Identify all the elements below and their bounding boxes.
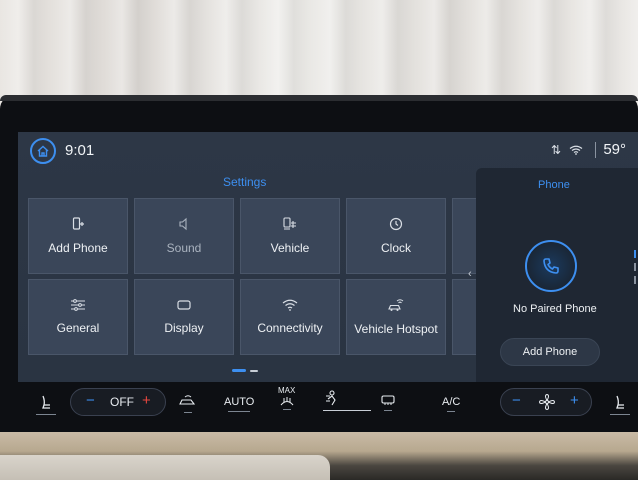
display-icon xyxy=(177,300,191,310)
level-indicator xyxy=(610,414,630,415)
seat-icon xyxy=(616,395,624,409)
fan-decrease-button[interactable]: − xyxy=(512,392,521,409)
wifi-icon xyxy=(282,299,298,311)
tile-label: Clock xyxy=(380,241,411,255)
level-indicator xyxy=(36,414,56,415)
recirculation-icon xyxy=(179,395,196,405)
infotainment-screen: 9:01 ⇅ 59° Settings Add Phone Sound Vehi… xyxy=(18,132,638,382)
sliders-icon xyxy=(71,299,85,311)
tile-label: General xyxy=(56,321,100,335)
phone-call-button[interactable] xyxy=(525,240,577,292)
phone-add-icon xyxy=(72,217,84,230)
fan-icon xyxy=(538,393,556,411)
status-divider xyxy=(595,142,596,158)
left-temp-decrease-button[interactable]: − xyxy=(86,392,95,409)
scroll-mark xyxy=(634,276,636,284)
scroll-mark xyxy=(634,263,636,271)
tile-label: Display xyxy=(164,321,204,335)
rear-defrost-button[interactable] xyxy=(380,394,396,411)
tile-vehicle-hotspot[interactable]: Vehicle Hotspot xyxy=(346,279,446,355)
add-phone-button[interactable]: Add Phone xyxy=(500,338,600,366)
status-icons: ⇅ xyxy=(551,142,600,158)
dashboard-trim-panel xyxy=(0,455,330,480)
clock-icon xyxy=(389,217,403,231)
fan-increase-button[interactable]: + xyxy=(570,392,579,409)
no-paired-phone-label: No Paired Phone xyxy=(513,303,597,315)
defrost-icon xyxy=(280,397,294,406)
left-temp-mode: OFF xyxy=(110,395,134,409)
tile-add-phone[interactable]: Add Phone xyxy=(28,198,128,274)
phone-panel: Phone No Paired Phone Add Phone xyxy=(476,168,638,382)
fan-mode-button[interactable] xyxy=(322,390,342,408)
speaker-icon xyxy=(179,217,187,231)
vehicle-settings-icon xyxy=(283,217,296,230)
ac-label: A/C xyxy=(442,396,461,408)
recirculation-button[interactable] xyxy=(178,394,198,413)
level-indicator xyxy=(447,411,456,412)
page-dot xyxy=(250,369,258,372)
rear-defrost-icon xyxy=(381,395,395,405)
wifi-status-icon xyxy=(569,145,583,155)
phone-icon xyxy=(543,258,559,274)
climate-control-bar: − OFF + AUTO MAX A/C − + xyxy=(18,384,638,426)
tile-label: Sound xyxy=(166,241,202,255)
data-transfer-icon: ⇅ xyxy=(550,143,561,157)
scroll-mark-active xyxy=(634,250,636,258)
level-indicator xyxy=(384,410,392,411)
home-icon xyxy=(37,145,49,157)
status-clock: 9:01 xyxy=(65,142,95,159)
tile-label: Add Phone xyxy=(48,241,108,255)
fan-mode-indicator xyxy=(323,410,371,411)
seat-heat-right-button[interactable] xyxy=(610,394,630,415)
phone-panel-title: Phone xyxy=(538,179,570,191)
panel-scroll-indicator xyxy=(634,250,638,289)
page-indicator xyxy=(232,369,258,372)
airflow-person-icon xyxy=(326,390,336,406)
bezel-edge xyxy=(0,95,638,101)
seat-heat-left-button[interactable] xyxy=(36,394,56,415)
home-button[interactable] xyxy=(30,138,56,164)
level-indicator xyxy=(184,412,192,413)
auto-button[interactable]: AUTO xyxy=(224,396,254,412)
tile-vehicle[interactable]: Vehicle xyxy=(240,198,340,274)
tile-label: Connectivity xyxy=(257,321,323,335)
level-indicator xyxy=(282,409,291,410)
tile-clock[interactable]: Clock xyxy=(346,198,446,274)
outside-temperature: 59° xyxy=(603,141,626,158)
chevron-left-icon[interactable]: ‹ xyxy=(468,268,472,280)
seat-icon xyxy=(42,395,50,409)
settings-title: Settings xyxy=(223,175,267,189)
max-defrost-button[interactable]: MAX xyxy=(278,386,295,410)
ac-button[interactable]: A/C xyxy=(442,396,460,412)
auto-label: AUTO xyxy=(224,396,255,408)
level-indicator xyxy=(228,411,251,412)
tile-general[interactable]: General xyxy=(28,279,128,355)
max-label: MAX xyxy=(278,386,296,395)
background-curtain xyxy=(0,0,638,100)
tile-label: Vehicle Hotspot xyxy=(354,322,438,336)
tile-connectivity[interactable]: Connectivity xyxy=(240,279,340,355)
page-dot-active xyxy=(232,369,246,372)
car-wifi-icon xyxy=(388,299,404,311)
tile-display[interactable]: Display xyxy=(134,279,234,355)
tile-label: Vehicle xyxy=(270,241,310,255)
tile-sound[interactable]: Sound xyxy=(134,198,234,274)
left-temp-increase-button[interactable]: + xyxy=(142,392,151,409)
